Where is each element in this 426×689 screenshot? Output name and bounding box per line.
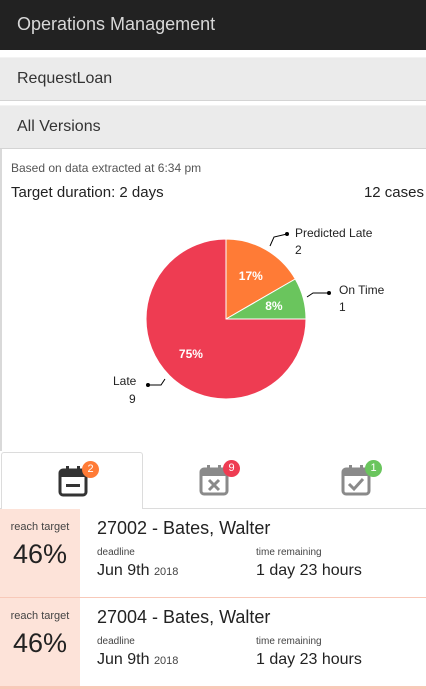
process-selector[interactable]: RequestLoan bbox=[0, 57, 426, 101]
legend-label-on-time: On Time bbox=[339, 283, 385, 297]
deadline-label: deadline bbox=[97, 547, 135, 558]
tab-on-time[interactable]: 1 bbox=[285, 452, 425, 509]
case-title: 27002 - Bates, Walter bbox=[97, 518, 271, 538]
case-title: 27004 - Bates, Walter bbox=[97, 607, 271, 627]
tab-late[interactable]: 9 bbox=[143, 452, 283, 509]
deadline-year: 2018 bbox=[153, 655, 179, 667]
case-card[interactable]: reach target 46% 27004 - Bates, Walter d… bbox=[0, 598, 426, 689]
deadline-date: Jun 9th bbox=[97, 651, 150, 668]
on-time-count-badge: 1 bbox=[365, 460, 382, 477]
callout-dot-predicted-late bbox=[285, 232, 289, 236]
case-card[interactable]: reach target 46% 27002 - Bates, Walter d… bbox=[0, 509, 426, 600]
callout-dot-late bbox=[146, 383, 150, 387]
time-remaining-label: time remaining bbox=[256, 547, 322, 558]
tab-predicted-late[interactable]: 2 bbox=[1, 452, 143, 510]
legend-label-late: Late bbox=[113, 374, 137, 388]
legend-value-late: 9 bbox=[129, 392, 136, 406]
late-count-badge: 9 bbox=[223, 460, 240, 477]
app-title: Operations Management bbox=[17, 14, 216, 34]
case-status-tabs: 2 9 1 bbox=[0, 452, 426, 510]
deadline-value: Jun 9th 2018 bbox=[97, 562, 178, 580]
pie-percent-on-time: 8% bbox=[265, 299, 283, 313]
leader-line-late bbox=[148, 378, 166, 386]
leader-line-predicted-late bbox=[269, 233, 288, 247]
deadline-value: Jun 9th 2018 bbox=[97, 651, 178, 669]
app-header: Operations Management bbox=[0, 0, 426, 50]
deadline-label: deadline bbox=[97, 636, 135, 647]
predicted-late-count-badge: 2 bbox=[82, 461, 99, 478]
legend-label-predicted-late: Predicted Late bbox=[295, 226, 373, 240]
reach-target-box: reach target 46% bbox=[0, 509, 80, 597]
legend-value-on-time: 1 bbox=[339, 300, 346, 314]
reach-target-value: 46% bbox=[12, 539, 68, 569]
time-remaining-value: 1 day 23 hours bbox=[256, 562, 362, 579]
status-pie-chart: 17% 8% 75% Predicted Late 2 On Time 1 Late… bbox=[113, 226, 385, 406]
pie-percent-predicted-late: 17% bbox=[239, 269, 263, 283]
version-selector-label: All Versions bbox=[17, 118, 101, 135]
version-selector[interactable]: All Versions bbox=[0, 105, 426, 149]
callout-dot-on-time bbox=[327, 291, 331, 295]
summary-panel: Based on data extracted at 6:34 pm Targe… bbox=[0, 149, 426, 451]
reach-target-label: reach target bbox=[10, 521, 70, 533]
reach-target-value: 46% bbox=[12, 628, 68, 658]
time-remaining-label: time remaining bbox=[256, 636, 322, 647]
reach-target-label: reach target bbox=[10, 610, 70, 622]
process-selector-label: RequestLoan bbox=[17, 70, 113, 87]
reach-target-box: reach target 46% bbox=[0, 598, 80, 686]
leader-line-on-time bbox=[306, 292, 329, 298]
deadline-date: Jun 9th bbox=[97, 562, 150, 579]
time-remaining-value: 1 day 23 hours bbox=[256, 651, 362, 668]
legend-value-predicted-late: 2 bbox=[295, 243, 302, 257]
pie-percent-late: 75% bbox=[179, 347, 203, 361]
deadline-year: 2018 bbox=[153, 566, 179, 578]
